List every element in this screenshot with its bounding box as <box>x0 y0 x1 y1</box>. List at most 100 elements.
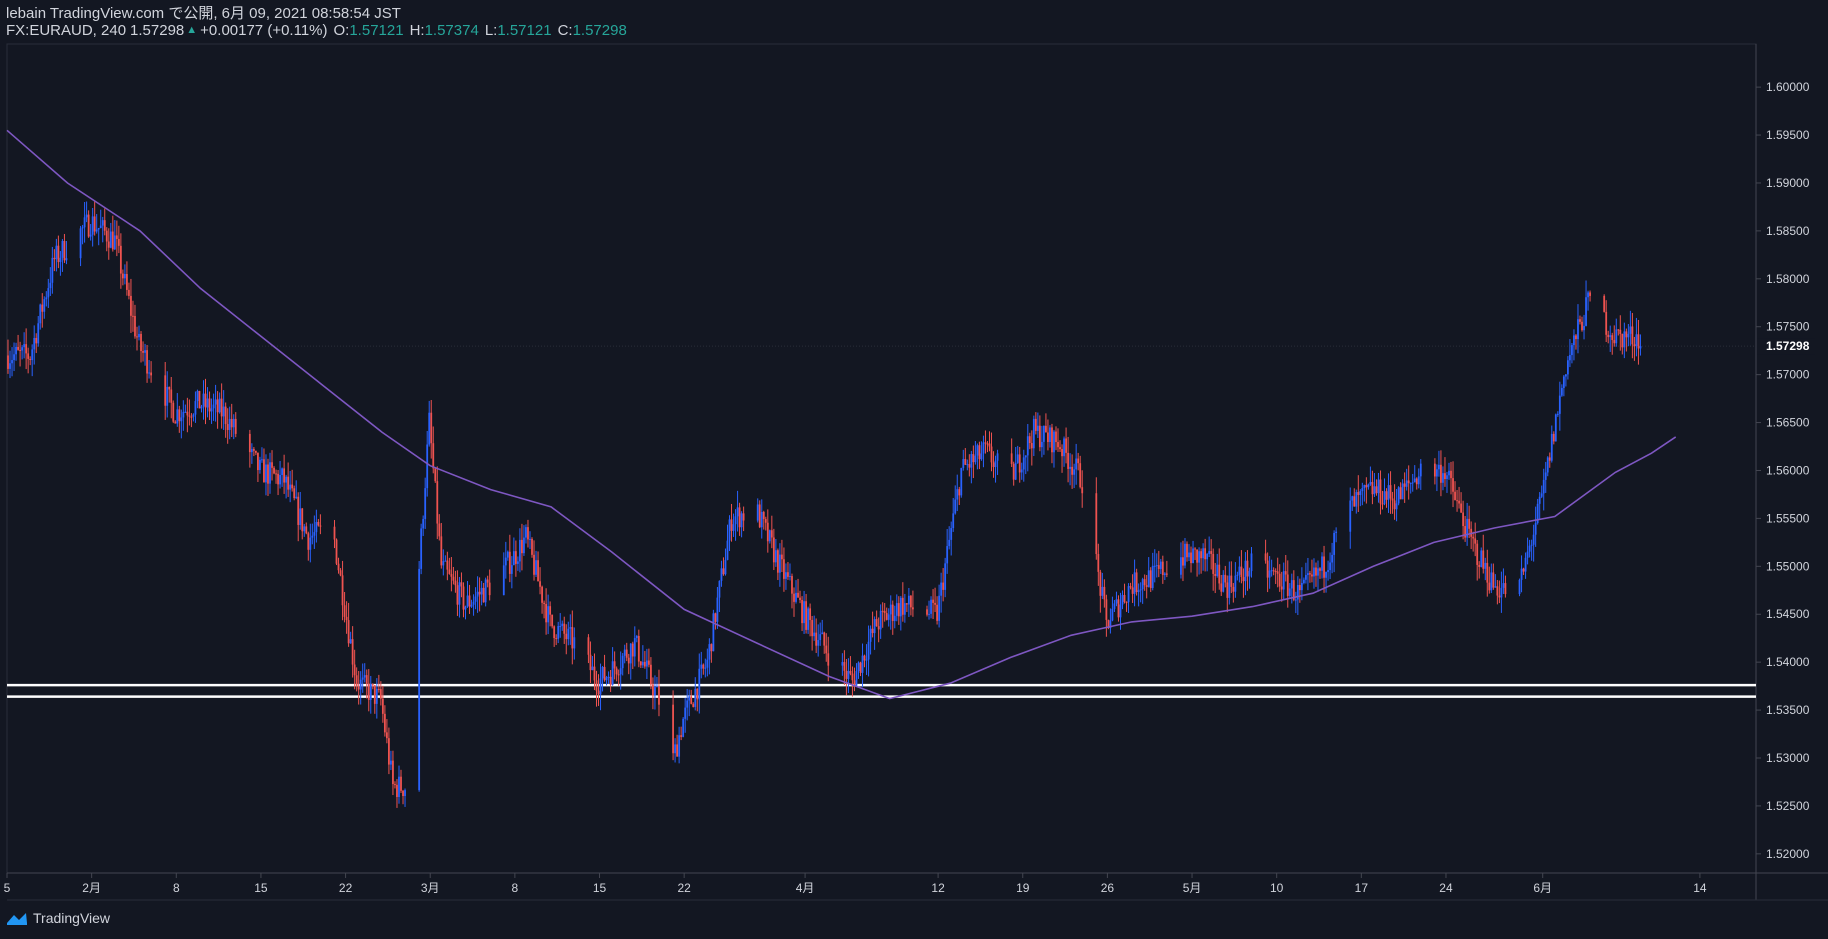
candle-body <box>1125 601 1128 603</box>
candle-body <box>593 666 596 681</box>
candle-body <box>1063 438 1065 457</box>
candle-body <box>553 626 556 639</box>
candle-body <box>301 508 304 532</box>
candle-body <box>422 518 425 529</box>
footer-brand[interactable]: TradingView <box>6 910 110 926</box>
candle-body <box>1409 483 1412 485</box>
candle <box>603 654 606 682</box>
candle-body <box>1065 438 1067 453</box>
y-tick-label: 1.53000 <box>1766 751 1810 765</box>
candle <box>1147 557 1150 588</box>
candle-body <box>690 696 693 704</box>
candle-body <box>232 418 235 428</box>
candle-body <box>1226 582 1229 598</box>
candle-body <box>1206 553 1209 560</box>
candle-body <box>521 539 523 554</box>
candle <box>261 447 263 463</box>
x-tick-label: 12 <box>931 881 945 895</box>
candle <box>13 342 15 372</box>
candle <box>31 344 34 377</box>
candle-body <box>190 416 193 418</box>
candle <box>355 667 358 692</box>
candle <box>174 420 177 424</box>
candle-body <box>132 315 134 317</box>
candle-body <box>1200 551 1203 559</box>
candle-body <box>182 411 185 418</box>
candle-body <box>803 601 805 624</box>
candle-body <box>565 633 568 640</box>
candle <box>714 612 717 630</box>
candle-body <box>643 661 646 667</box>
candle-body <box>1371 481 1374 495</box>
candle <box>128 282 130 300</box>
candle <box>91 207 94 247</box>
candle <box>134 304 136 339</box>
candle <box>1448 462 1450 480</box>
candle <box>1548 452 1551 468</box>
candle <box>281 467 283 487</box>
candle-body <box>47 288 50 298</box>
candle <box>25 328 28 370</box>
price-chart[interactable]: 1.60000 1.59500 1.59000 1.58500 1.58000 1.575… <box>0 0 1828 939</box>
candle <box>1351 495 1354 511</box>
candle-body <box>440 536 443 566</box>
candle <box>301 507 304 540</box>
candle <box>1577 304 1579 354</box>
candle-body <box>115 235 118 239</box>
x-tick-label: 17 <box>1355 881 1369 895</box>
candle-body <box>1276 571 1279 574</box>
candle-body <box>607 676 610 678</box>
candle-body <box>702 664 705 669</box>
candle <box>1294 591 1297 614</box>
candle <box>1012 461 1015 486</box>
candle-body <box>1284 571 1287 575</box>
candle <box>254 450 257 456</box>
candle-body <box>99 225 102 228</box>
candle-body <box>527 527 529 540</box>
candle-body <box>956 489 959 500</box>
candle <box>718 580 721 613</box>
candle <box>625 642 628 662</box>
candle <box>865 644 868 675</box>
candle-body <box>452 576 455 581</box>
candle-body <box>1163 573 1166 575</box>
candle <box>732 513 735 537</box>
candle <box>1470 521 1473 550</box>
candle <box>1103 579 1106 608</box>
candle <box>392 750 394 796</box>
candle-body <box>1317 568 1319 576</box>
candle-body <box>1305 575 1307 580</box>
candle <box>591 656 594 671</box>
candle <box>87 210 90 238</box>
candle <box>841 653 844 676</box>
candle <box>1498 580 1501 604</box>
candle-body <box>1192 548 1194 564</box>
candle <box>643 651 646 669</box>
candle <box>1371 470 1374 505</box>
candle-body <box>184 411 187 413</box>
candle-body <box>714 613 717 622</box>
candle-body <box>873 619 876 634</box>
candle-body <box>1099 571 1102 596</box>
candle-body <box>781 554 783 560</box>
candle <box>424 477 427 529</box>
candle <box>807 606 810 634</box>
candle <box>404 788 406 807</box>
candle <box>1288 583 1291 599</box>
candle <box>1452 461 1454 508</box>
candle <box>1621 333 1624 355</box>
candle-body <box>464 606 467 610</box>
candle-body <box>1635 334 1638 347</box>
candle-body <box>1452 478 1454 492</box>
y-tick-label: 1.57000 <box>1766 368 1810 382</box>
candle-body <box>1585 297 1587 326</box>
candle <box>861 643 864 688</box>
candle <box>510 556 513 589</box>
candle <box>1202 543 1205 571</box>
candle <box>339 568 342 577</box>
candle <box>190 413 193 428</box>
candle <box>849 656 852 676</box>
candle <box>535 550 537 578</box>
candle-body <box>678 735 681 757</box>
candle-body <box>1228 575 1231 598</box>
